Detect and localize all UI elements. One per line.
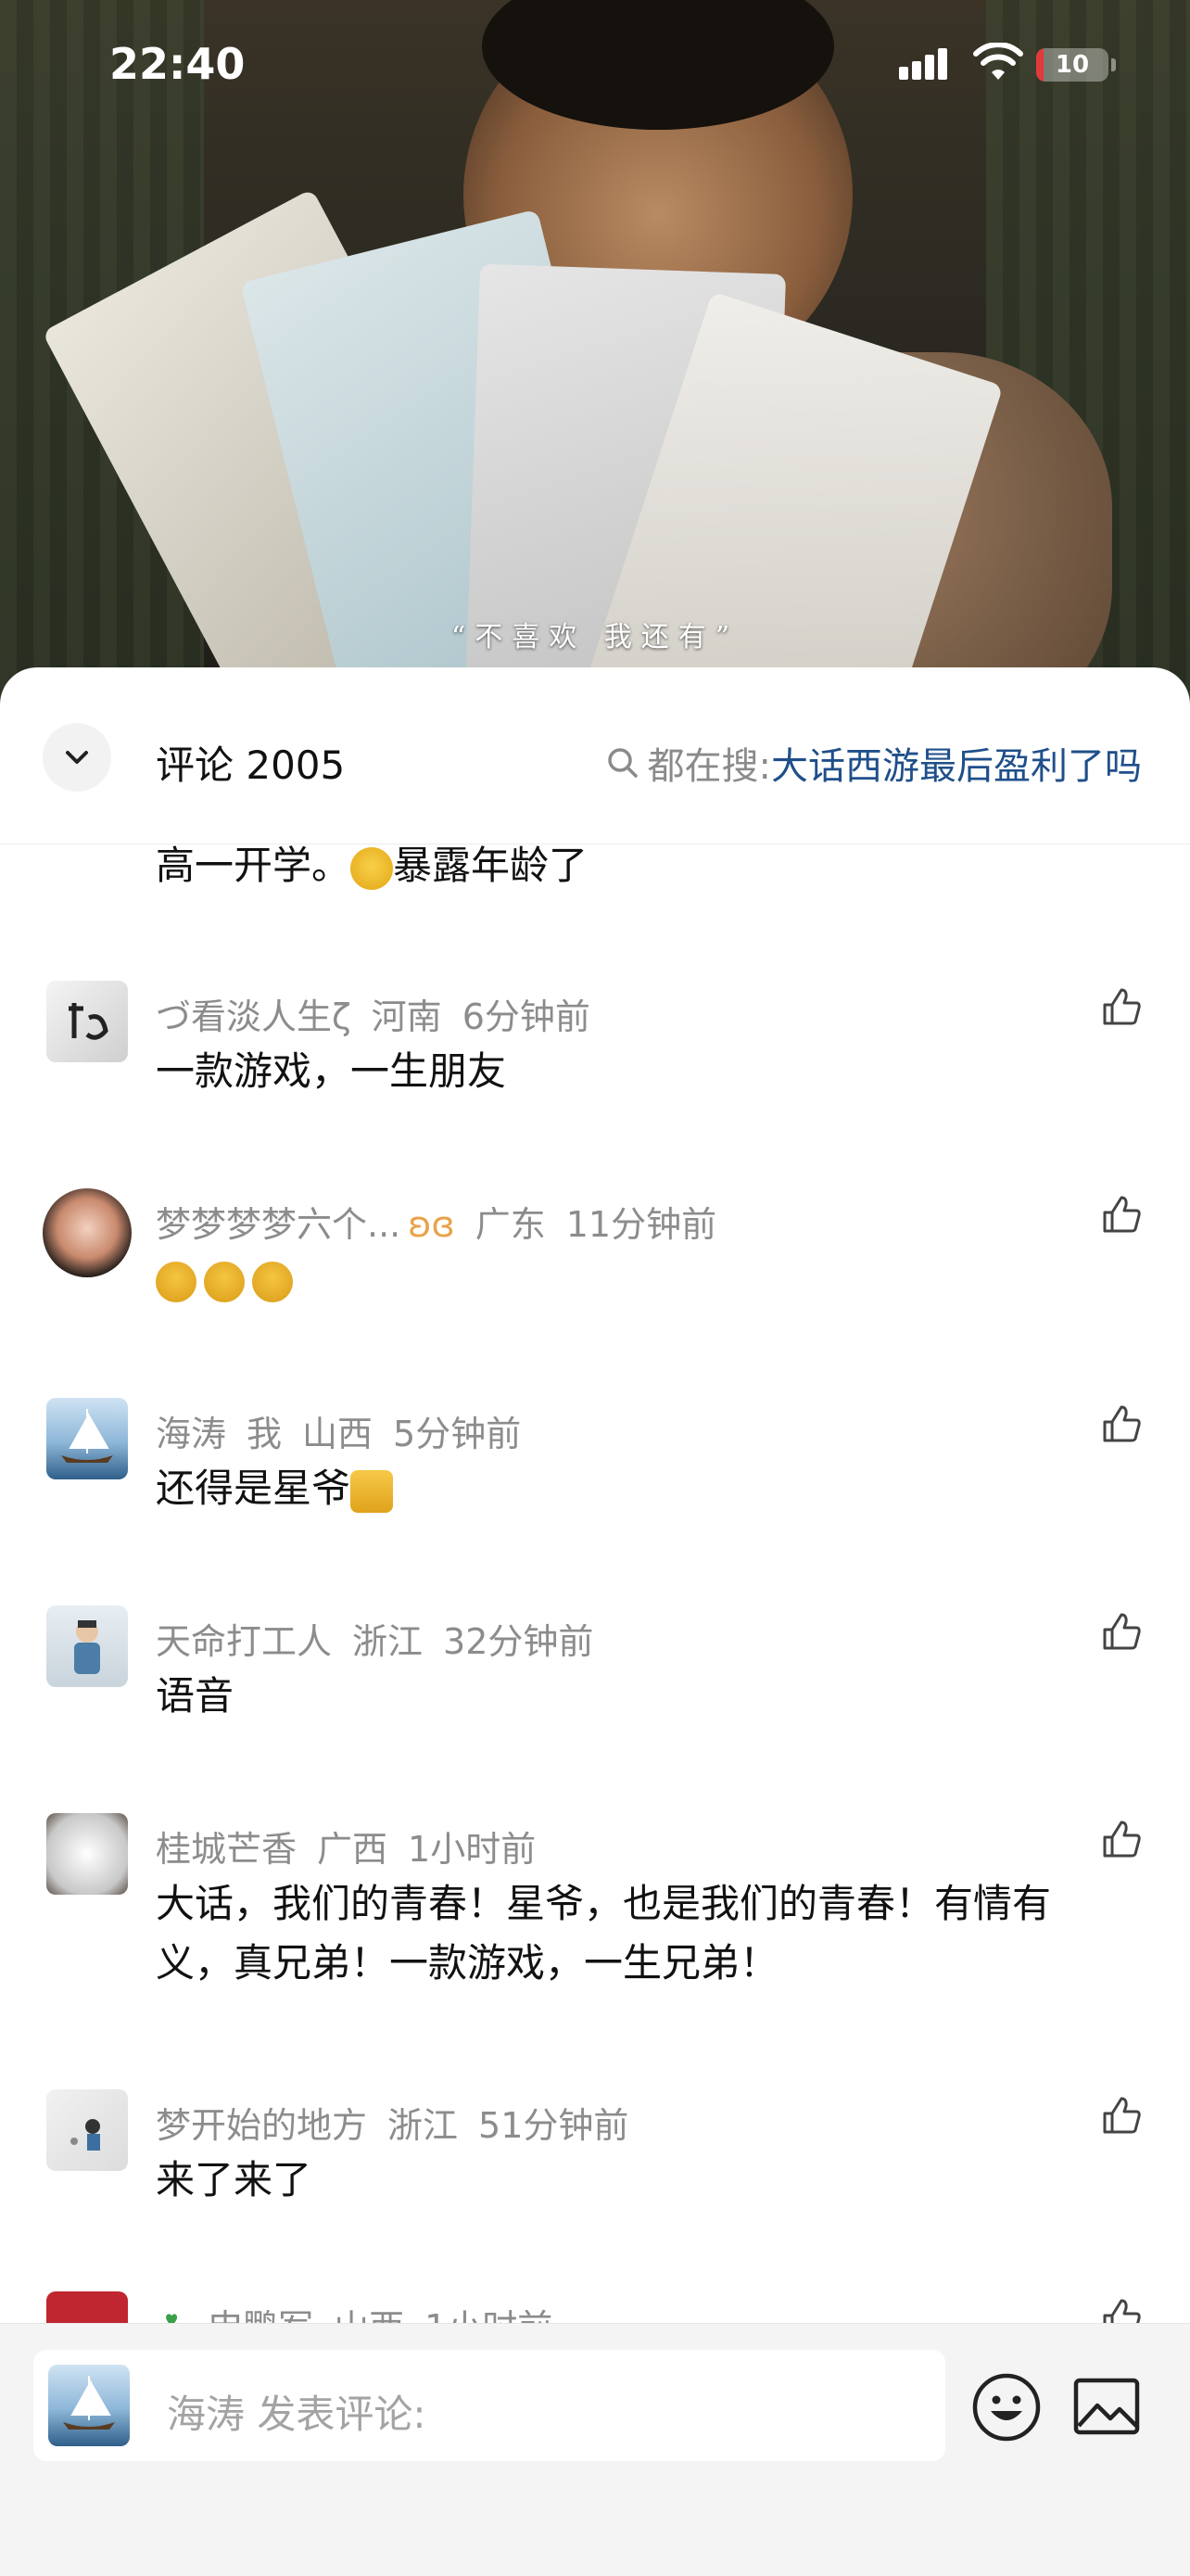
comment-time: 6分钟前 — [462, 996, 590, 1037]
battery-indicator: 10 — [1036, 48, 1108, 82]
praying-hands-emoji-icon — [204, 1261, 245, 1302]
comment-meta: づ看淡人生ζ 河南 6分钟前 — [156, 988, 611, 1039]
search-icon — [607, 748, 638, 778]
status-time: 22:40 — [109, 39, 246, 89]
comment-time: 5分钟前 — [393, 1414, 522, 1454]
video-player[interactable]: “不喜欢 我还有” — [0, 0, 1190, 704]
comment-location: 广西 — [317, 1829, 388, 1870]
comment-time: 1小时前 — [424, 2307, 552, 2323]
comment-sheet: 评论 2005 都在搜: 大话西游最后盈利了吗 高一开学。 暴露年龄了 づ看淡人生… — [0, 667, 1190, 2575]
thumbs-up-icon[interactable] — [1099, 1609, 1144, 1654]
comment-meta: 天命打工人 浙江 32分钟前 — [156, 1613, 614, 1664]
comment-list[interactable]: 高一开学。 暴露年龄了 づ看淡人生ζ 河南 6分钟前 一款游戏，一生朋友 梦梦梦梦六个… — [0, 844, 1190, 2067]
comment-text: 来了来了 — [156, 2157, 312, 2202]
comment-time: 51分钟前 — [478, 2105, 629, 2146]
comment-username[interactable]: 梦梦梦梦六个... — [156, 1204, 400, 1245]
crying-emoji-icon — [350, 846, 394, 890]
comment-username[interactable]: 桂城芒香 — [156, 1829, 297, 1870]
comment-text-part: 暴露年龄了 — [393, 844, 589, 888]
comment-time: 1小时前 — [408, 1829, 537, 1870]
avatar[interactable] — [46, 2089, 128, 2171]
avatar[interactable] — [46, 1813, 128, 1895]
comment-sheet-header: 评论 2005 都在搜: 大话西游最后盈利了吗 — [0, 667, 1190, 844]
praying-hands-emoji-icon — [156, 1261, 196, 1302]
avatar — [48, 2365, 130, 2446]
trending-search-link[interactable]: 都在搜: 大话西游最后盈利了吗 — [605, 736, 1142, 790]
comment-location: 山西 — [302, 1414, 373, 1454]
comment-time: 11分钟前 — [565, 1204, 717, 1245]
comments-title: 评论 2005 — [156, 742, 346, 788]
butterfly-badge-icon: ʚɞ — [408, 1204, 455, 1245]
comment-text: 还得是星爷 — [156, 1459, 1125, 1518]
search-keyword[interactable]: 大话西游最后盈利了吗 — [771, 736, 1142, 790]
comment-meta: 梦梦梦梦六个... ʚɞ 广东 11分钟前 — [156, 1196, 737, 1247]
comment-location: 浙江 — [352, 1621, 424, 1662]
clover-badge-icon: ☘ — [156, 2307, 187, 2323]
comment-text-part: 还得是星爷 — [156, 1466, 351, 1511]
comment-username[interactable]: 申鹏军 — [208, 2307, 313, 2323]
comment-meta: 海涛我山西 5分钟前 — [156, 1405, 541, 1456]
comment-text: 大话，我们的青春！星爷，也是我们的青春！有情有义，真兄弟！一款游戏，一生兄弟！ — [156, 1881, 1052, 1986]
comment-meta: ☘ 申鹏军 山西 1小时前 — [156, 2299, 573, 2323]
comment-text: 高一开学。 暴露年龄了 — [156, 844, 1125, 895]
thumbs-up-icon[interactable] — [1099, 2295, 1144, 2323]
thumbs-up-icon[interactable] — [1099, 984, 1144, 1029]
comment-location: 浙江 — [387, 2105, 459, 2146]
image-icon[interactable] — [1073, 2378, 1140, 2435]
comment-meta: 桂城芒香 广西 1小时前 — [156, 1821, 556, 1872]
comment-text: 一款游戏，一生朋友 — [156, 1048, 507, 1094]
comment-location: 河南 — [371, 996, 442, 1037]
comment-meta: 梦开始的地方 浙江 51分钟前 — [156, 2097, 649, 2148]
avatar[interactable] — [43, 1188, 132, 1277]
avatar[interactable] — [46, 1398, 128, 1479]
comment-text: 语音 — [156, 1673, 234, 1719]
comment-location: 山西 — [334, 2307, 404, 2323]
comment-input-bar: 海涛 发表评论: — [0, 2323, 1190, 2576]
comment-input-placeholder: 海涛 发表评论: — [167, 2392, 426, 2437]
comment-username[interactable]: 梦开始的地方 — [156, 2105, 367, 2146]
collapse-button[interactable] — [43, 723, 111, 792]
praying-hands-emoji-icon — [252, 1261, 293, 1302]
smiley-icon[interactable] — [971, 2372, 1042, 2443]
thumbs-up-icon[interactable] — [1099, 1817, 1144, 1861]
search-label: 都在搜: — [647, 745, 771, 788]
battery-nub — [1111, 58, 1116, 71]
battery-level-text: 10 — [1055, 51, 1090, 79]
avatar[interactable] — [46, 1605, 128, 1687]
comment-username[interactable]: づ看淡人生ζ — [156, 996, 351, 1037]
comment-location: 广东 — [475, 1204, 546, 1245]
avatar[interactable] — [46, 2291, 128, 2323]
cellular-signal-icon — [899, 46, 958, 80]
comment-text — [156, 1250, 1125, 1309]
comment-username[interactable]: 天命打工人 — [156, 1621, 332, 1662]
comment-text-part: 高一开学。 — [156, 844, 351, 888]
chevron-down-icon — [66, 751, 88, 764]
thumbs-up-emoji-icon — [350, 1469, 394, 1513]
wifi-icon — [973, 43, 1023, 80]
video-subtitle: “不喜欢 我还有” — [450, 621, 740, 654]
thumbs-up-icon[interactable] — [1099, 2093, 1144, 2138]
thumbs-up-icon[interactable] — [1099, 1192, 1144, 1237]
comment-username[interactable]: 海涛 — [156, 1414, 226, 1454]
avatar[interactable] — [46, 981, 128, 1062]
comment-self-tag: 我 — [247, 1414, 283, 1454]
list-item: ☘ 申鹏军 山西 1小时前 — [0, 2291, 1190, 2323]
comment-time: 32分钟前 — [443, 1621, 594, 1662]
comment-input[interactable]: 海涛 发表评论: — [33, 2350, 945, 2461]
thumbs-up-icon[interactable] — [1099, 1402, 1144, 1446]
